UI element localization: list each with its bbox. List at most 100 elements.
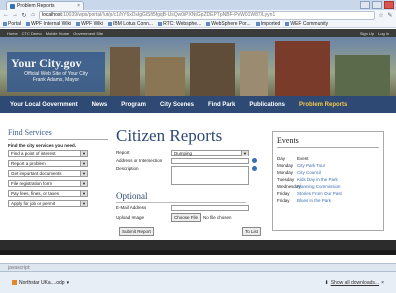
chevron-down-icon[interactable]: ▾ xyxy=(67,280,70,286)
event-row: Monday City Council xyxy=(277,170,322,175)
reload-icon[interactable]: ↻ xyxy=(21,12,27,19)
bookmark-item[interactable]: RTC: Websphe... xyxy=(158,21,201,27)
site-footer xyxy=(0,240,396,250)
service-select[interactable]: Report a problem ▼ xyxy=(8,160,88,167)
to-list-button[interactable]: To List xyxy=(241,227,261,236)
bookmark-icon xyxy=(108,21,113,26)
wrench-icon[interactable]: ✎ xyxy=(387,12,393,19)
service-select[interactable]: File registration form ▼ xyxy=(8,180,88,187)
bookmark-item[interactable]: WPF Wiki xyxy=(76,21,103,27)
download-item[interactable]: Northstar UKa....odp ▾ xyxy=(12,280,69,286)
banner-building xyxy=(145,57,185,96)
nav-item[interactable]: Publications xyxy=(249,102,285,108)
event-link[interactable]: Planning Commission xyxy=(297,184,341,189)
url-path: :10039/wps/portal/!ut/p/c1/hY6xDsIgGlSfi… xyxy=(61,12,276,18)
bookmark-item[interactable]: WEF Community xyxy=(285,21,328,27)
address-label: Address or Intersection xyxy=(116,158,163,163)
download-filename: Northstar UKa....odp xyxy=(19,279,65,286)
browser-tab[interactable]: Problem Reports × xyxy=(6,1,84,10)
site-footer-bottom xyxy=(0,250,396,255)
help-icon[interactable] xyxy=(252,166,257,171)
events-panel: Events Day Event Monday City Park Tour Mon… xyxy=(272,131,384,231)
nav-item[interactable]: City Scenes xyxy=(160,102,194,108)
bookmark-item[interactable]: Imported xyxy=(255,21,280,27)
site-banner: Your City.gov Official Web Site of Your … xyxy=(0,37,396,96)
back-icon[interactable]: ← xyxy=(3,12,9,18)
close-icon[interactable]: × xyxy=(381,280,384,286)
events-header-row: Day Event xyxy=(277,156,309,161)
nav-item[interactable]: Program xyxy=(121,102,146,108)
maximize-button[interactable] xyxy=(372,1,382,9)
chevron-down-icon: ▼ xyxy=(80,201,87,206)
service-select[interactable]: Get important documents ▼ xyxy=(8,170,88,177)
event-link[interactable]: Blues in the Park xyxy=(297,198,331,203)
log-in-link[interactable]: Log in xyxy=(378,31,389,36)
status-text: javascript: xyxy=(8,264,31,271)
download-arrow-icon: ⬇ xyxy=(324,279,329,286)
banner-building xyxy=(190,43,235,96)
nav-item[interactable]: News xyxy=(92,102,108,108)
browser-tabstrip: Problem Reports × xyxy=(0,0,396,10)
url-host: localhost xyxy=(42,12,62,18)
event-row: Monday City Park Tour xyxy=(277,163,326,168)
show-all-downloads-link[interactable]: Show all downloads... xyxy=(331,280,379,286)
bookmark-icon xyxy=(206,21,211,26)
bookmark-icon xyxy=(3,21,7,26)
event-link[interactable]: Kids Day in the Park xyxy=(297,177,338,182)
bookmark-item[interactable]: IBM Lotus Conn... xyxy=(108,21,153,27)
banner-building xyxy=(275,41,330,96)
home-icon[interactable]: ⌂ xyxy=(30,12,36,18)
nav-item[interactable]: Your Local Government xyxy=(10,102,78,108)
find-services-subtitle: Find the city services you need. xyxy=(8,143,77,148)
nav-item-active[interactable]: Problem Reports xyxy=(299,102,347,108)
banner-building xyxy=(335,55,390,96)
email-field[interactable] xyxy=(171,205,249,211)
site-title[interactable]: Your City.gov xyxy=(11,56,101,71)
bookmark-item[interactable]: Portal xyxy=(3,21,21,27)
star-icon[interactable]: ☆ xyxy=(378,12,384,19)
minimize-button[interactable] xyxy=(360,1,370,9)
event-link[interactable]: City Council xyxy=(297,170,321,175)
address-bar-row: ← → ↻ ⌂ localhost:10039/wps/portal/!ut/p… xyxy=(0,10,396,20)
chevron-down-icon: ▼ xyxy=(80,181,87,186)
topnav-link[interactable]: Mobile Home xyxy=(46,31,70,36)
site-main-nav: Your Local Government News Program City … xyxy=(0,96,396,113)
address-input[interactable] xyxy=(171,158,249,164)
close-window-button[interactable] xyxy=(384,1,394,9)
find-services-panel: Find Services Find the city services you… xyxy=(8,128,108,210)
help-icon[interactable] xyxy=(252,158,257,163)
service-select[interactable]: Apply for job or permit ▼ xyxy=(8,200,88,207)
service-select[interactable]: Pay fees, fines, or taxes ▼ xyxy=(8,190,88,197)
description-textarea[interactable] xyxy=(171,166,249,185)
find-services-title: Find Services xyxy=(8,128,108,140)
bookmark-icon xyxy=(158,21,163,26)
tab-favicon-icon xyxy=(10,3,15,9)
bookmark-item[interactable]: WebSphere Por... xyxy=(206,21,251,27)
nav-item[interactable]: Find Park xyxy=(208,102,235,108)
optional-section-title: Optional xyxy=(116,191,246,203)
document-icon xyxy=(12,280,17,285)
bookmark-item[interactable]: WPF Internal Wiki xyxy=(26,21,71,27)
choose-file-button[interactable]: Choose File xyxy=(171,213,202,222)
sign-up-link[interactable]: Sign Up xyxy=(360,31,374,36)
report-label: Report xyxy=(116,150,130,155)
service-select[interactable]: Find a point of interest ▼ xyxy=(8,150,88,157)
banner-building xyxy=(110,47,140,96)
url-input[interactable]: localhost:10039/wps/portal/!ut/p/c1/hY6x… xyxy=(39,10,375,20)
forward-icon[interactable]: → xyxy=(12,12,18,18)
downloads-shelf: Northstar UKa....odp ▾ ⬇ Show all downlo… xyxy=(0,271,396,293)
topnav-link[interactable]: Home xyxy=(7,31,18,36)
event-link[interactable]: Stories From Our Past xyxy=(297,191,342,196)
chevron-down-icon: ▼ xyxy=(80,161,87,166)
event-row: Friday Stories From Our Past xyxy=(277,191,342,196)
submit-report-button[interactable]: Submit Report xyxy=(119,227,154,236)
topnav-link[interactable]: CTC Demo xyxy=(22,31,42,36)
tab-close-icon[interactable]: × xyxy=(77,3,80,9)
description-label: Description xyxy=(116,166,139,171)
topnav-link[interactable]: Government Site xyxy=(73,31,103,36)
bookmark-icon xyxy=(76,21,81,26)
event-link[interactable]: City Park Tour xyxy=(297,163,325,168)
no-file-text: No file chosen xyxy=(203,215,232,220)
report-type-select[interactable]: Dumping ▼ xyxy=(171,150,249,156)
event-row: Friday Blues in the Park xyxy=(277,198,332,203)
